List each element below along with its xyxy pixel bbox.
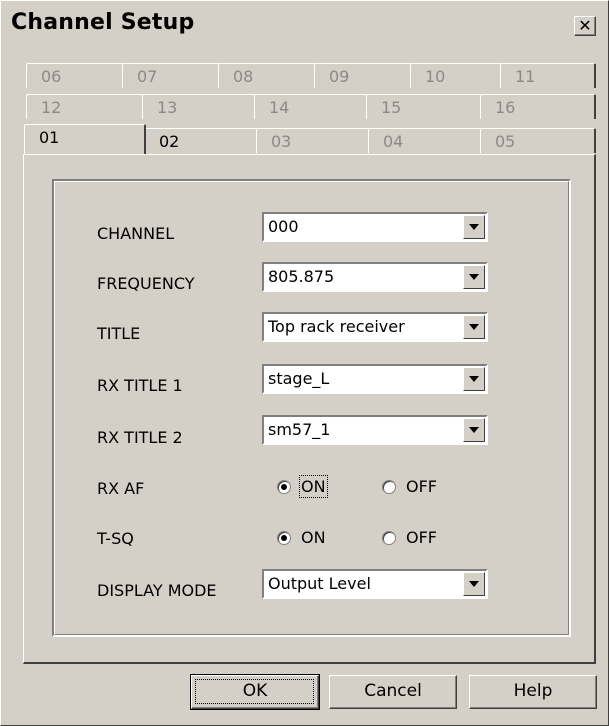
tab-11[interactable]: 11 [500, 63, 596, 88]
rx-title-2-label: RX TITLE 2 [97, 428, 183, 447]
channel-value: 000 [268, 217, 299, 236]
tab-label: 06 [41, 67, 62, 86]
title-value: Top rack receiver [268, 317, 405, 336]
focus-ring [195, 679, 314, 704]
rx-title-1-value: stage_L [268, 369, 330, 388]
radio-unchecked-icon [382, 479, 396, 494]
tab-label: 09 [329, 67, 350, 86]
t-sq-on-label: ON [301, 528, 326, 547]
rx-title-2-select[interactable]: sm57_1 [262, 415, 488, 445]
tab-label: 15 [381, 98, 402, 117]
t-sq-off-label: OFF [406, 528, 437, 547]
tab-04[interactable]: 04 [368, 128, 482, 153]
display-mode-select[interactable]: Output Level [262, 569, 488, 599]
chevron-down-icon[interactable] [463, 418, 485, 442]
tab-13[interactable]: 13 [142, 94, 256, 119]
radio-checked-icon [277, 479, 291, 494]
tab-06[interactable]: 06 [26, 63, 124, 88]
title-select[interactable]: Top rack receiver [262, 312, 488, 342]
tab-label: 11 [515, 67, 536, 86]
tab-07[interactable]: 07 [122, 63, 220, 88]
tab-01[interactable]: 01 [24, 124, 146, 154]
channel-select[interactable]: 000 [262, 212, 488, 242]
chevron-down-icon[interactable] [463, 265, 485, 289]
close-icon[interactable]: ✕ [574, 16, 596, 36]
ok-button[interactable]: OK [190, 674, 320, 710]
title-bar: Channel Setup ✕ [3, 3, 606, 41]
title-label: TITLE [97, 324, 141, 343]
tab-label: 07 [137, 67, 158, 86]
window-title: Channel Setup [11, 10, 195, 35]
rx-af-on-radio[interactable]: ON [277, 475, 328, 498]
tab-label: 02 [159, 132, 180, 151]
tab-15[interactable]: 15 [366, 94, 482, 119]
display-mode-value: Output Level [268, 574, 371, 593]
chevron-down-icon[interactable] [463, 315, 485, 339]
rx-title-1-label: RX TITLE 1 [97, 376, 183, 395]
tab-10[interactable]: 10 [410, 63, 502, 88]
t-sq-on-radio[interactable]: ON [277, 528, 326, 547]
rx-title-2-value: sm57_1 [268, 420, 331, 439]
frequency-label: FREQUENCY [97, 274, 195, 293]
frequency-value: 805.875 [268, 267, 335, 286]
rx-af-off-radio[interactable]: OFF [382, 477, 437, 496]
cancel-button[interactable]: Cancel [329, 675, 457, 709]
rx-af-label: RX AF [97, 479, 145, 498]
radio-checked-icon [277, 530, 291, 545]
help-button[interactable]: Help [469, 675, 597, 709]
tab-label: 01 [39, 128, 60, 147]
chevron-down-icon[interactable] [463, 215, 485, 239]
tab-label: 12 [41, 98, 62, 117]
chevron-down-icon[interactable] [463, 367, 485, 391]
rx-af-off-label: OFF [406, 477, 437, 496]
rx-title-1-select[interactable]: stage_L [262, 364, 488, 394]
tab-label: 13 [157, 98, 178, 117]
radio-unchecked-icon [382, 530, 396, 545]
settings-group-frame [54, 181, 569, 635]
tab-09[interactable]: 09 [314, 63, 412, 88]
t-sq-off-radio[interactable]: OFF [382, 528, 437, 547]
cancel-button-label: Cancel [364, 681, 422, 701]
tab-14[interactable]: 14 [254, 94, 368, 119]
tab-12[interactable]: 12 [26, 94, 144, 119]
tab-label: 05 [495, 132, 516, 151]
chevron-down-icon[interactable] [463, 572, 485, 596]
help-button-label: Help [513, 681, 553, 701]
tab-08[interactable]: 08 [218, 63, 316, 88]
tab-label: 08 [233, 67, 254, 86]
channel-label: CHANNEL [97, 224, 175, 243]
display-mode-label: DISPLAY MODE [97, 581, 217, 600]
tab-label: 03 [271, 132, 292, 151]
frequency-select[interactable]: 805.875 [262, 262, 488, 292]
tab-label: 14 [269, 98, 290, 117]
tab-16[interactable]: 16 [480, 94, 596, 119]
rx-af-on-label: ON [299, 475, 328, 498]
tab-label: 16 [495, 98, 516, 117]
tab-05[interactable]: 05 [480, 128, 596, 153]
channel-setup-dialog: Channel Setup ✕ 06 07 08 09 10 11 12 13 … [0, 0, 609, 726]
tab-label: 10 [425, 67, 446, 86]
tab-02[interactable]: 02 [144, 128, 258, 153]
tab-label: 04 [383, 132, 404, 151]
t-sq-label: T-SQ [97, 529, 134, 548]
tab-03[interactable]: 03 [256, 128, 370, 153]
